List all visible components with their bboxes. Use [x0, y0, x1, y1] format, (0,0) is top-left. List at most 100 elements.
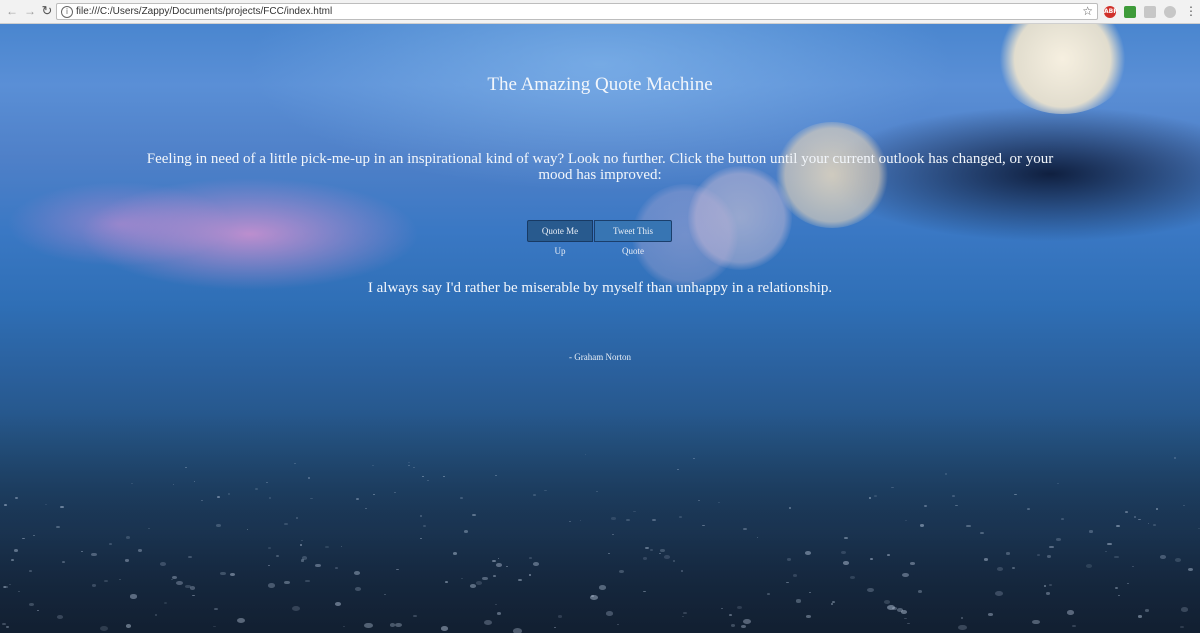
- gravel-speck: [664, 555, 670, 559]
- gravel-speck: [606, 611, 614, 616]
- grey-extension-icon[interactable]: [1144, 6, 1156, 18]
- gravel-background: [0, 413, 1200, 633]
- quote-me-up-button[interactable]: Quote Me Up: [527, 220, 593, 256]
- gravel-speck: [729, 614, 732, 616]
- gravel-speck: [426, 479, 429, 481]
- gravel-speck: [517, 578, 522, 582]
- gravel-speck: [275, 555, 279, 558]
- gravel-speck: [1066, 610, 1075, 615]
- gravel-speck: [300, 559, 305, 562]
- button-group: Quote Me Up Tweet This Quote: [527, 220, 672, 256]
- gravel-speck: [472, 513, 476, 516]
- gravel-speck: [960, 617, 964, 619]
- gravel-speck: [1056, 537, 1061, 541]
- gravel-speck: [1072, 625, 1076, 628]
- gravel-speck: [887, 604, 896, 610]
- gravel-speck: [1144, 608, 1150, 612]
- bookmark-star-icon[interactable]: ☆: [1082, 4, 1093, 19]
- gravel-speck: [804, 551, 811, 555]
- gravel-speck: [1181, 607, 1189, 612]
- gravel-speck: [554, 626, 557, 628]
- gravel-speck: [1046, 555, 1052, 558]
- gravel-speck: [966, 524, 971, 528]
- gravel-speck: [355, 586, 362, 591]
- gravel-speck: [184, 584, 191, 589]
- gravel-speck: [125, 536, 130, 539]
- tweet-quote-button[interactable]: Tweet This Quote: [594, 220, 672, 256]
- gravel-speck: [305, 579, 310, 583]
- gravel-speck: [354, 570, 361, 575]
- gravel-speck: [236, 617, 246, 623]
- gravel-speck: [452, 552, 457, 555]
- gravel-speck: [652, 518, 656, 521]
- browser-toolbar: ← → ↻ i file:///C:/Users/Zappy/Documents…: [0, 0, 1200, 24]
- browser-menu-icon[interactable]: ⋮: [1185, 4, 1197, 18]
- gravel-speck: [795, 599, 801, 603]
- back-arrow-icon[interactable]: ←: [5, 4, 19, 18]
- gravel-speck: [660, 549, 665, 553]
- gravel-speck: [672, 560, 676, 562]
- gravel-speck: [841, 550, 846, 554]
- url-text[interactable]: file:///C:/Users/Zappy/Documents/project…: [76, 5, 332, 18]
- gravel-speck: [1137, 614, 1142, 618]
- gravel-speck: [227, 493, 231, 495]
- gravel-speck: [980, 531, 984, 534]
- green-extension-icon[interactable]: [1124, 6, 1136, 18]
- gravel-speck: [717, 501, 720, 503]
- address-bar[interactable]: i file:///C:/Users/Zappy/Documents/proje…: [56, 3, 1098, 20]
- gravel-speck: [1085, 563, 1093, 568]
- gravel-speck: [743, 527, 747, 530]
- gravel-speck: [137, 549, 143, 552]
- gravel-speck: [334, 601, 341, 606]
- forward-arrow-icon[interactable]: →: [23, 4, 37, 18]
- gravel-speck: [1156, 508, 1159, 510]
- gravel-speck: [951, 494, 956, 497]
- gravel-speck: [254, 488, 258, 490]
- gravel-speck: [163, 602, 167, 605]
- gravel-speck: [1060, 518, 1064, 521]
- gravel-speck: [919, 524, 925, 527]
- gravel-speck: [789, 507, 792, 509]
- adblock-extension-icon[interactable]: ABP: [1104, 6, 1118, 18]
- grey-round-extension-icon[interactable]: [1164, 6, 1176, 18]
- gravel-speck: [1160, 555, 1167, 559]
- gravel-speck: [731, 624, 736, 627]
- gravel-speck: [99, 625, 108, 631]
- gravel-speck: [1126, 582, 1130, 584]
- gravel-speck: [626, 518, 630, 521]
- gravel-speck: [124, 559, 129, 562]
- gravel-speck: [340, 545, 343, 547]
- quote-author: - Graham Norton: [569, 352, 631, 362]
- quote-text: I always say I'd rather be miserable by …: [367, 280, 833, 296]
- gravel-speck: [342, 625, 346, 628]
- gravel-speck: [308, 477, 311, 479]
- gravel-speck: [463, 529, 469, 533]
- gravel-speck: [866, 587, 875, 593]
- gravel-speck: [595, 490, 598, 493]
- gravel-speck: [743, 619, 751, 624]
- gravel-speck: [29, 602, 35, 606]
- gravel-speck: [598, 585, 606, 590]
- gravel-speck: [806, 615, 811, 619]
- gravel-speck: [469, 583, 476, 588]
- gravel-speck: [423, 525, 426, 527]
- gravel-speck: [787, 558, 792, 561]
- reload-icon[interactable]: ↻: [40, 4, 54, 18]
- gravel-speck: [830, 603, 834, 605]
- gravel-speck: [33, 534, 35, 536]
- gravel-speck: [21, 537, 25, 540]
- gravel-speck: [883, 600, 890, 604]
- gravel-speck: [1026, 508, 1030, 510]
- gravel-speck: [383, 593, 386, 595]
- page-title: The Amazing Quote Machine: [487, 74, 713, 95]
- info-icon[interactable]: i: [61, 6, 73, 18]
- gravel-speck: [214, 607, 219, 611]
- gravel-speck: [1118, 594, 1120, 597]
- gravel-speck: [650, 548, 653, 551]
- gravel-speck: [6, 626, 9, 628]
- gravel-speck: [808, 591, 811, 593]
- gravel-speck: [849, 575, 855, 579]
- gravel-speck: [422, 475, 425, 477]
- gravel-speck: [843, 561, 849, 565]
- gravel-speck: [870, 558, 873, 560]
